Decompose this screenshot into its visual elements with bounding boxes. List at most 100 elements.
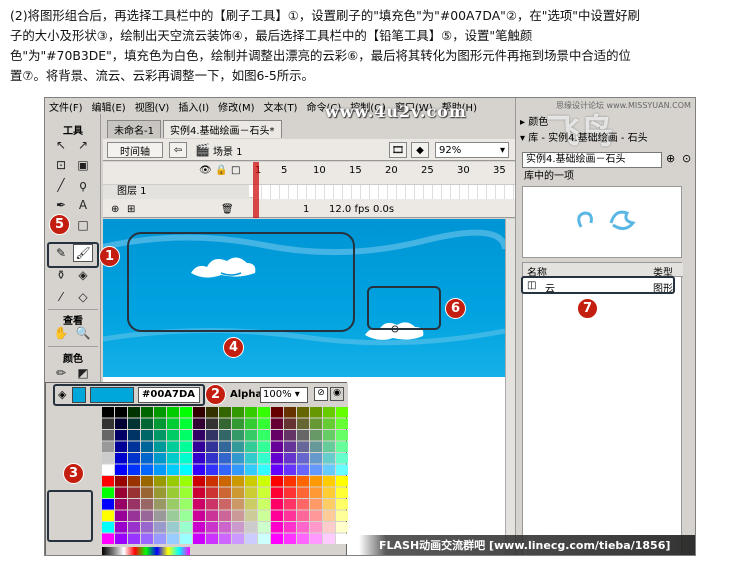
layer-row[interactable]: 图层 1 [103,184,515,199]
right-panels: 飞鸟 思缘设计论坛 www.MISSYUAN.COM ▸ 颜色 ▾ 库 - 实例… [515,98,695,555]
palette-swatch [232,441,244,452]
palette-swatch [232,533,244,544]
palette-swatch [167,499,179,510]
palette-swatch [271,499,283,510]
highlight-cloud [367,286,441,330]
tab-untitled[interactable]: 未命名-1 [107,120,161,138]
palette-swatch [219,453,231,464]
rectangle-tool-icon[interactable]: □ [73,216,93,234]
line-tool-icon[interactable]: ╱ [51,176,71,194]
palette-swatch [193,476,205,487]
palette-swatch [206,418,218,429]
palette-swatch [336,522,348,533]
palette-swatch [232,464,244,475]
add-guide-icon[interactable]: ⊞ [127,204,135,215]
vertical-scrollbar[interactable] [505,219,515,555]
library-document-select[interactable]: 实例4.基础绘画－石头 [522,152,662,168]
layer-name[interactable]: 图层 1 [103,185,249,199]
palette-swatch [167,464,179,475]
palette-swatch [323,464,335,475]
palette-swatch [180,510,192,521]
edit-scene-icon[interactable]: 🎞 [389,142,407,158]
eraser-tool-icon[interactable]: ◇ [73,288,93,306]
free-transform-tool-icon[interactable]: ⊡ [51,156,71,174]
palette-swatch [102,487,114,498]
palette-swatch [102,418,114,429]
menu-file[interactable]: 文件(F) [49,99,83,114]
zoom-tool-icon[interactable]: 🔍 [73,324,93,342]
delete-layer-icon[interactable]: 🗑 [221,204,234,215]
step-badge-6: 6 [445,298,466,319]
palette-swatch [115,464,127,475]
step-badge-3: 3 [63,463,84,484]
document-tabs: 未命名-1 实例4.基础绘画－石头* [103,120,515,138]
tab-stone-example[interactable]: 实例4.基础绘画－石头* [162,120,282,138]
palette-swatch [336,487,348,498]
new-library-icon[interactable]: ⊕ [666,152,675,165]
palette-swatch [271,407,283,418]
eye-icon[interactable]: 👁 [199,165,212,176]
palette-swatch [141,453,153,464]
paint-bucket-tool-icon[interactable]: ◈ [73,266,93,284]
palette-swatch [115,522,127,533]
palette-swatch [271,510,283,521]
color-palette[interactable] [102,407,348,549]
library-panel-header[interactable]: ▾ 库 - 实例4.基础绘画 - 石头 [520,132,648,146]
arrow-tool-icon[interactable]: ↖ [51,136,71,154]
palette-swatch [180,464,192,475]
palette-swatch [310,418,322,429]
hand-tool-icon[interactable]: ✋ [51,324,71,342]
fill-transform-tool-icon[interactable]: ▣ [73,156,93,174]
eyedropper-tool-icon[interactable]: ⁄ [51,288,71,306]
palette-swatch [219,464,231,475]
pin-icon[interactable]: ⊙ [682,152,691,165]
color-picker-icon[interactable]: ◉ [330,387,344,401]
ink-bottle-tool-icon[interactable]: ⚱ [51,266,71,284]
outline-icon[interactable]: □ [231,165,240,176]
palette-swatch [128,476,140,487]
watermark-missyuan: 思缘设计论坛 www.MISSYUAN.COM [556,101,691,110]
zoom-select[interactable]: 92% ▾ [435,142,509,158]
subselect-tool-icon[interactable]: ↗ [73,136,93,154]
palette-swatch [310,510,322,521]
palette-swatch [219,476,231,487]
palette-swatch [167,418,179,429]
gradient-swatches[interactable] [102,547,190,555]
menu-insert[interactable]: 插入(I) [178,99,209,114]
scene-icon: 🎬 [195,143,210,157]
lock-icon[interactable]: 🔒 [215,165,227,176]
palette-swatch [167,430,179,441]
color-title: 颜色 [63,354,83,365]
menu-modify[interactable]: 修改(M) [218,99,254,114]
palette-swatch [167,510,179,521]
stroke-swatch[interactable]: ◩ [73,364,93,382]
timeline-status: ⊕ ⊞ 🗑 1 12.0 fps 0.0s [103,202,515,218]
palette-swatch [206,499,218,510]
menu-view[interactable]: 视图(V) [135,99,170,114]
palette-swatch [336,407,348,418]
frame-cells[interactable] [253,185,515,199]
back-arrow-icon[interactable]: ⇦ [169,142,187,158]
add-layer-icon[interactable]: ⊕ [111,204,119,215]
palette-swatch [336,430,348,441]
palette-swatch [271,533,283,544]
alpha-input[interactable]: 100% ▾ [260,387,308,403]
no-color-icon[interactable]: ⊘ [314,387,328,401]
palette-swatch [232,522,244,533]
palette-swatch [193,407,205,418]
menu-edit[interactable]: 编辑(E) [92,99,126,114]
pen-tool-icon[interactable]: ✒ [51,196,71,214]
palette-swatch [336,418,348,429]
palette-swatch [206,453,218,464]
highlight-brush-options [47,490,93,542]
library-list-header: 名称 类型 [523,263,683,279]
timeline-toggle-button[interactable]: 时间轴 [107,142,163,158]
palette-swatch [336,453,348,464]
menu-text[interactable]: 文本(T) [264,99,298,114]
stroke-color-icon[interactable]: ✏ [51,364,71,382]
lasso-tool-icon[interactable]: ϙ [73,176,93,194]
edit-symbol-icon[interactable]: ◆ [411,142,429,158]
text-tool-icon[interactable]: A [73,196,93,214]
palette-swatch [310,453,322,464]
color-panel-header[interactable]: ▸ 颜色 [520,116,548,130]
